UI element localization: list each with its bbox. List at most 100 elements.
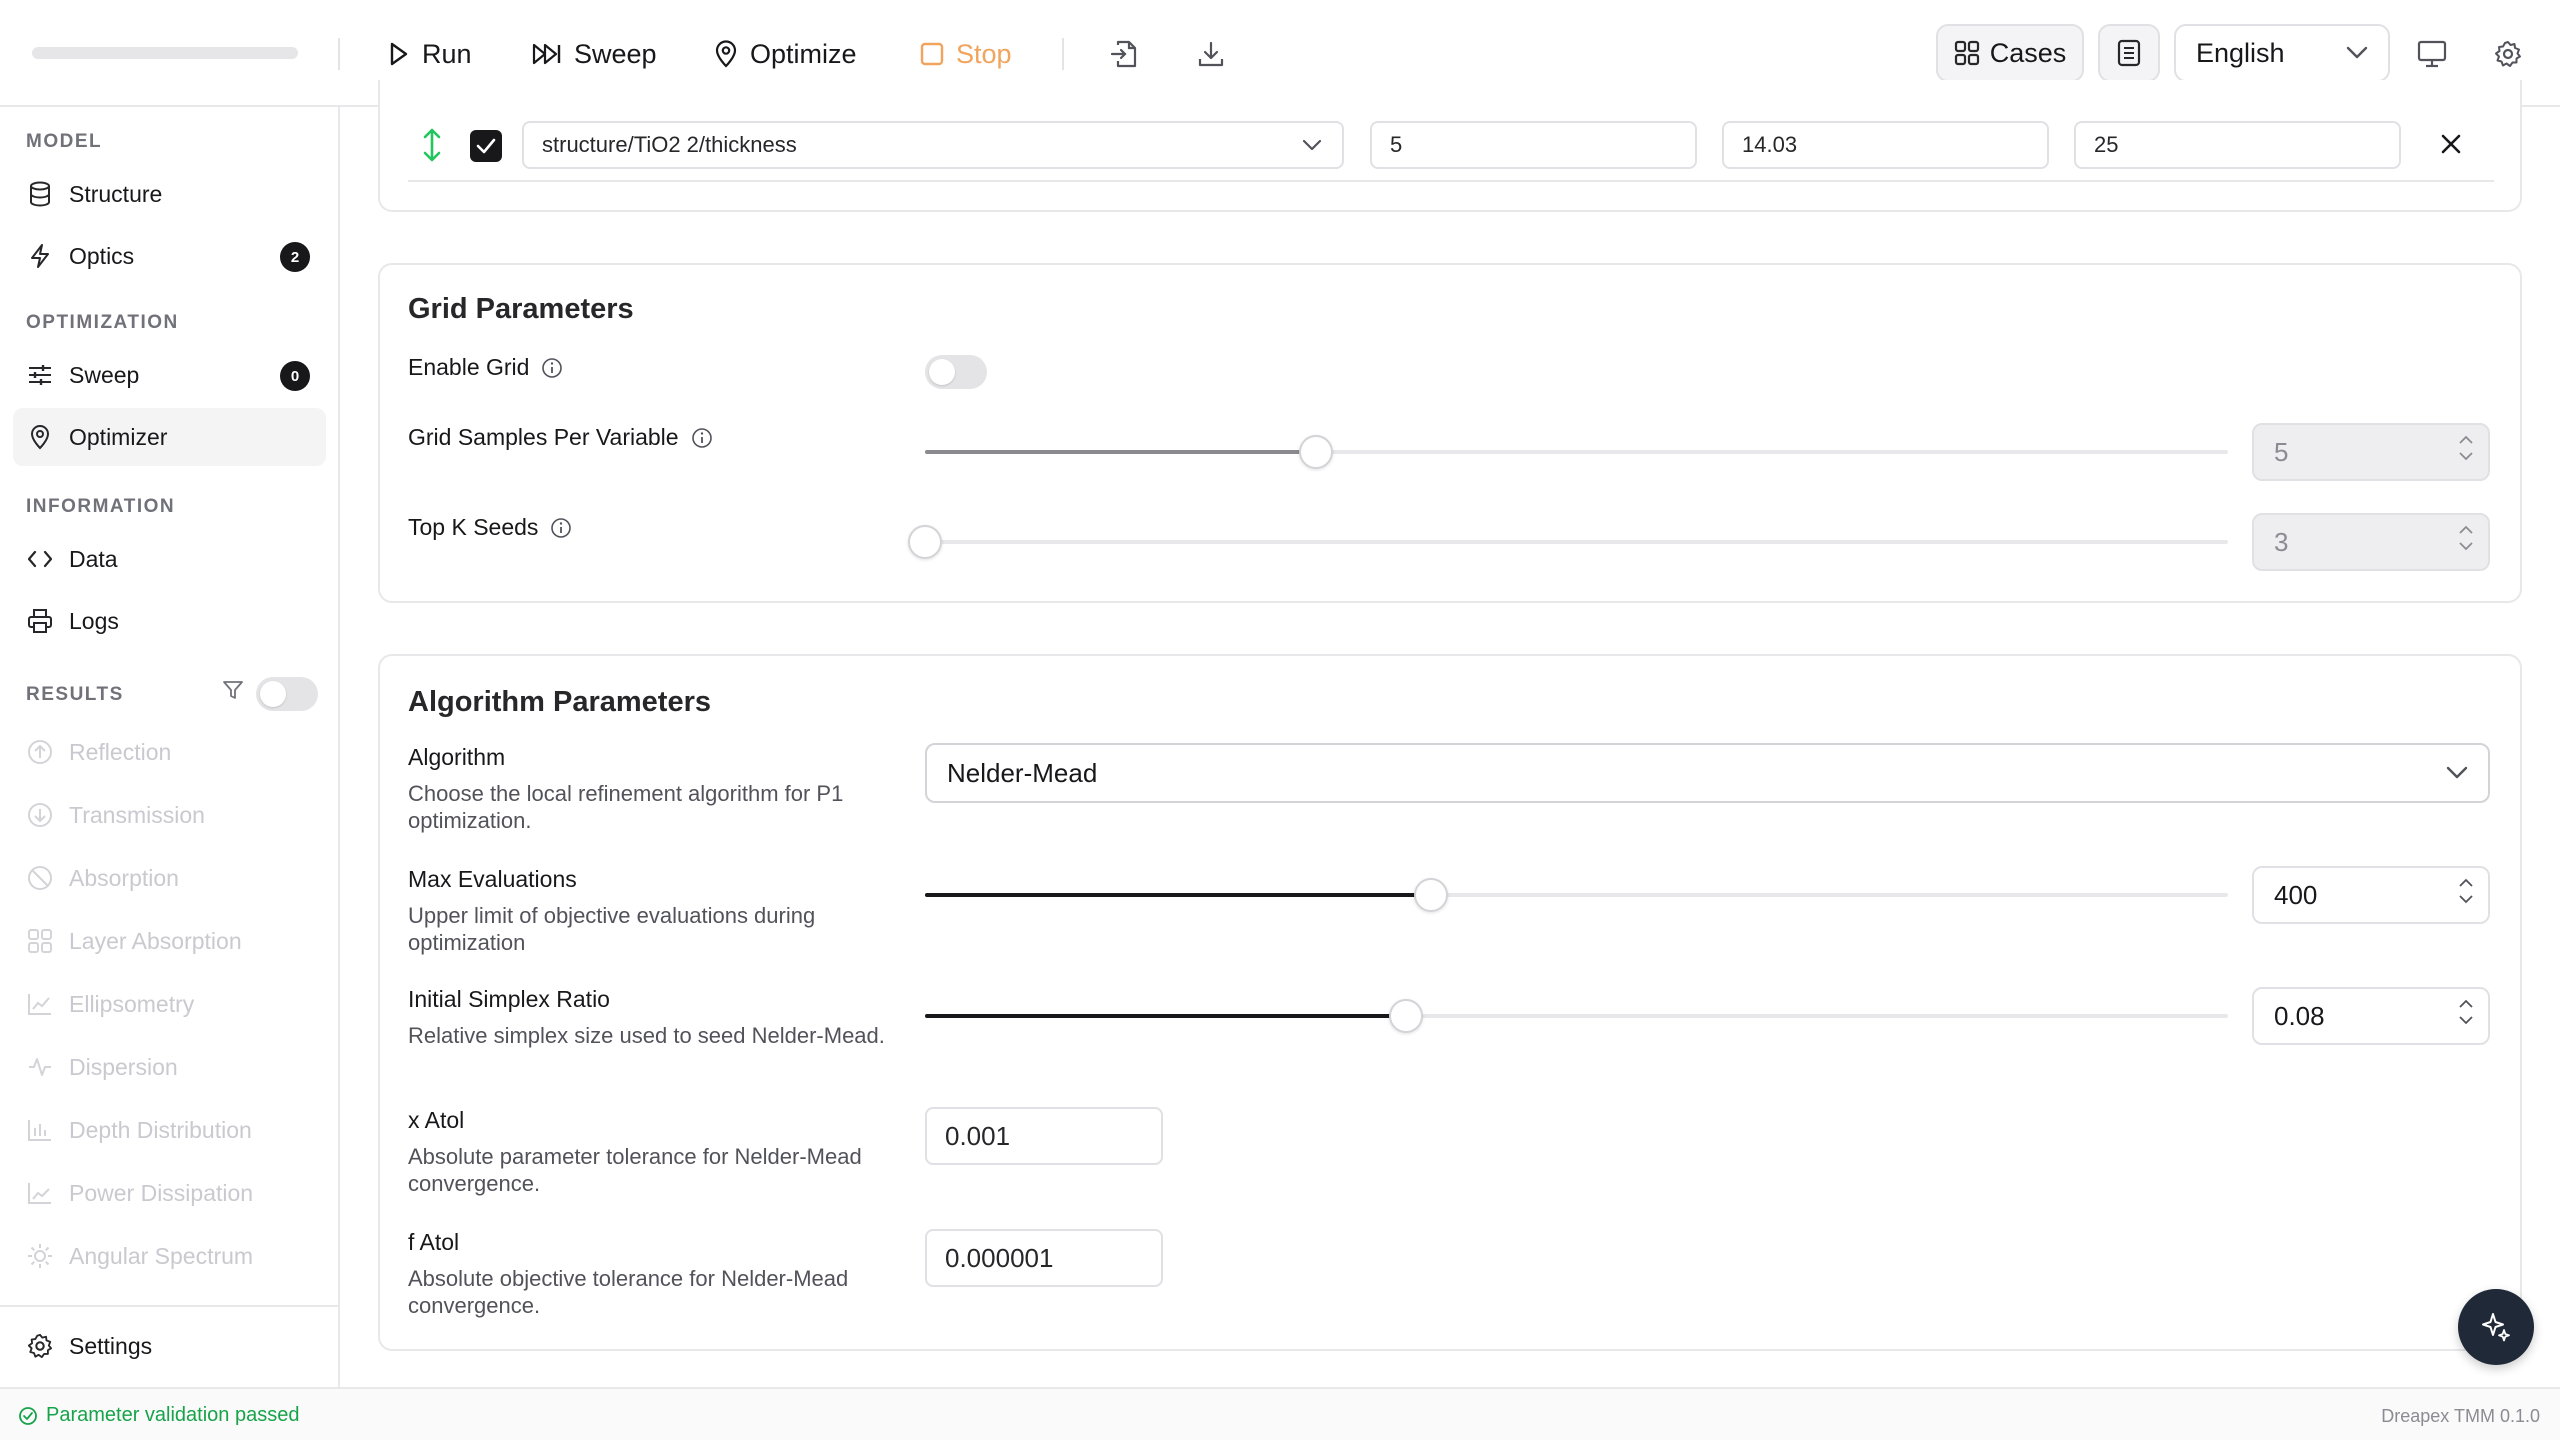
sidebar-item-label: Reflection — [69, 738, 172, 765]
stepper-arrows[interactable] — [2458, 878, 2474, 904]
sidebar-item-depth-distribution[interactable]: Depth Distribution — [13, 1101, 326, 1159]
optimize-button[interactable]: Optimize — [714, 30, 857, 78]
variable-max-input[interactable]: 25 — [2074, 121, 2401, 169]
algorithm-select[interactable]: Nelder-Mead — [925, 743, 2490, 803]
arrow-up-circle-icon — [27, 739, 53, 765]
variable-min-value: 5 — [1390, 132, 1403, 157]
info-icon[interactable] — [550, 517, 572, 539]
algorithm-section-title: Algorithm Parameters — [408, 686, 711, 718]
play-icon — [388, 42, 410, 66]
initial-simplex-ratio-description: Relative simplex size used to seed Nelde… — [408, 1023, 885, 1048]
sidebar-item-optics[interactable]: Optics 2 — [13, 227, 326, 285]
cases-button[interactable]: Cases — [1936, 24, 2084, 82]
slider-fill — [925, 450, 1316, 454]
stepper-arrows[interactable] — [2458, 435, 2474, 461]
algorithm-value: Nelder-Mead — [947, 757, 1098, 788]
variable-path-select[interactable]: structure/TiO2 2/thickness — [522, 121, 1344, 169]
cases-label: Cases — [1989, 37, 2067, 68]
download-icon[interactable] — [1193, 36, 1229, 72]
sidebar-item-logs[interactable]: Logs — [13, 592, 326, 650]
f-atol-input[interactable]: 0.000001 — [925, 1229, 1163, 1287]
close-icon[interactable] — [2440, 133, 2462, 155]
sidebar-item-power-dissipation[interactable]: Power Dissipation — [13, 1164, 326, 1222]
sweep-button[interactable]: Sweep — [532, 30, 657, 78]
run-button[interactable]: Run — [388, 30, 472, 78]
f-atol-label: f Atol — [408, 1229, 460, 1255]
variable-path-value: structure/TiO2 2/thickness — [542, 132, 797, 157]
slider-thumb[interactable] — [1299, 435, 1333, 469]
filter-icon[interactable] — [222, 679, 244, 701]
drag-handle-icon[interactable] — [420, 128, 444, 162]
sidebar-item-angular-spectrum[interactable]: Angular Spectrum — [13, 1227, 326, 1285]
enable-grid-toggle[interactable] — [925, 355, 987, 389]
slider-fill — [925, 1014, 1406, 1018]
sidebar-item-label: Logs — [69, 607, 119, 634]
sidebar-item-settings[interactable]: Settings — [13, 1317, 326, 1375]
grid-samples-value: 5 — [2274, 436, 2289, 467]
variable-checkbox[interactable] — [470, 130, 502, 162]
stop-label: Stop — [956, 38, 1012, 69]
area-chart-icon — [27, 1180, 53, 1206]
results-filter-toggle[interactable] — [256, 677, 318, 711]
activity-icon — [27, 1054, 53, 1080]
stepper-arrows[interactable] — [2458, 525, 2474, 551]
toggle-knob — [929, 359, 955, 385]
sidebar-item-dispersion[interactable]: Dispersion — [13, 1038, 326, 1096]
database-icon — [27, 181, 53, 207]
row-divider — [408, 180, 2494, 182]
sidebar-item-label: Structure — [69, 180, 163, 207]
layout-icon — [27, 928, 53, 954]
variable-initial-value: 14.03 — [1742, 132, 1798, 157]
slider-thumb[interactable] — [1389, 999, 1423, 1033]
sidebar-item-absorption[interactable]: Absorption — [13, 849, 326, 907]
max-evaluations-label: Max Evaluations — [408, 866, 577, 892]
max-evaluations-slider[interactable] — [925, 878, 2228, 912]
slider-thumb[interactable] — [908, 525, 942, 559]
stop-square-icon — [920, 42, 944, 66]
initial-simplex-ratio-input[interactable]: 0.08 — [2252, 987, 2490, 1045]
grid-samples-text: Grid Samples Per Variable — [408, 424, 679, 450]
sidebar-item-transmission[interactable]: Transmission — [13, 786, 326, 844]
topk-seeds-slider[interactable] — [908, 525, 2228, 559]
x-atol-label: x Atol — [408, 1107, 465, 1133]
skip-forward-icon — [532, 42, 562, 66]
slider-thumb[interactable] — [1414, 878, 1448, 912]
sidebar-item-structure[interactable]: Structure — [13, 165, 326, 223]
variable-min-input[interactable]: 5 — [1370, 121, 1697, 169]
import-icon[interactable] — [1106, 36, 1142, 72]
sidebar-item-label: Settings — [69, 1332, 153, 1359]
info-icon[interactable] — [691, 427, 713, 449]
initial-simplex-ratio-slider[interactable] — [925, 999, 2228, 1033]
sidebar-item-ellipsometry[interactable]: Ellipsometry — [13, 975, 326, 1033]
sun-icon — [27, 1243, 53, 1269]
stepper-arrows[interactable] — [2458, 999, 2474, 1025]
status-bar: Parameter validation passed Dreapex TMM … — [0, 1387, 2560, 1440]
toolbar-divider — [338, 38, 340, 70]
map-pin-icon — [714, 40, 738, 68]
bar-chart-icon — [27, 1117, 53, 1143]
chevron-down-icon — [1302, 139, 1322, 151]
sidebar-item-label: Transmission — [69, 801, 205, 828]
grid-samples-slider[interactable] — [925, 435, 2228, 469]
sidebar-item-layer-absorption[interactable]: Layer Absorption — [13, 912, 326, 970]
sidebar-item-reflection[interactable]: Reflection — [13, 723, 326, 781]
sidebar-item-sweep[interactable]: Sweep 0 — [13, 346, 326, 404]
topk-seeds-value: 3 — [2274, 526, 2289, 557]
ai-assistant-button[interactable] — [2458, 1289, 2534, 1365]
stop-button[interactable]: Stop — [920, 30, 1012, 78]
sidebar-item-data[interactable]: Data — [13, 530, 326, 588]
document-button[interactable] — [2098, 24, 2160, 82]
x-atol-input[interactable]: 0.001 — [925, 1107, 1163, 1165]
info-icon[interactable] — [541, 357, 563, 379]
language-select[interactable]: English — [2174, 24, 2390, 82]
variable-initial-input[interactable]: 14.03 — [1722, 121, 2049, 169]
topk-seeds-input[interactable]: 3 — [2252, 513, 2490, 571]
sidebar-item-optimizer[interactable]: Optimizer — [13, 408, 326, 466]
grid-samples-input[interactable]: 5 — [2252, 423, 2490, 481]
monitor-icon[interactable] — [2414, 36, 2450, 72]
max-evaluations-input[interactable]: 400 — [2252, 866, 2490, 924]
initial-simplex-ratio-value: 0.08 — [2274, 1000, 2325, 1031]
run-label: Run — [422, 38, 472, 69]
gear-icon[interactable] — [2490, 36, 2526, 72]
app-version: Dreapex TMM 0.1.0 — [2381, 1406, 2540, 1426]
